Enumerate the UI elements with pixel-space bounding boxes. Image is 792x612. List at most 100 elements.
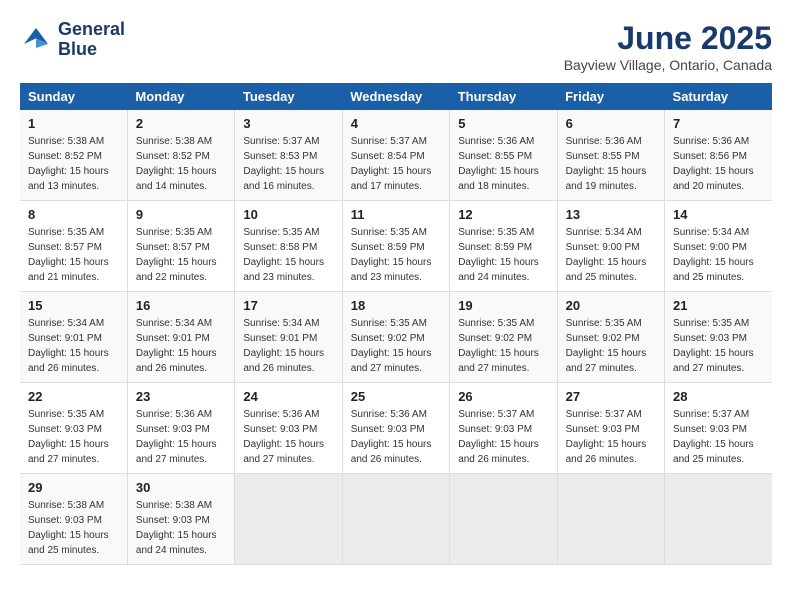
day-number: 6: [566, 116, 656, 131]
day-info: Sunrise: 5:35 AM Sunset: 8:58 PM Dayligh…: [243, 225, 333, 285]
calendar-cell: 10 Sunrise: 5:35 AM Sunset: 8:58 PM Dayli…: [235, 201, 342, 292]
day-number: 8: [28, 207, 119, 222]
calendar-cell: 30Sunrise: 5:38 AM Sunset: 9:03 PM Dayli…: [127, 474, 234, 565]
day-number: 2: [136, 116, 226, 131]
calendar-cell: 11 Sunrise: 5:35 AM Sunset: 8:59 PM Dayli…: [342, 201, 449, 292]
day-number: 17: [243, 298, 333, 313]
week-row: 29 Sunrise: 5:38 AM Sunset: 9:03 PM Dayli…: [20, 474, 772, 565]
week-row: 22 Sunrise: 5:35 AM Sunset: 9:03 PM Dayli…: [20, 383, 772, 474]
day-info: Sunrise: 5:36 AM Sunset: 9:03 PM Dayligh…: [243, 407, 333, 467]
logo-icon: [20, 24, 52, 56]
day-number: 10: [243, 207, 333, 222]
day-info: Sunrise: 5:38 AM Sunset: 9:03 PM Dayligh…: [28, 498, 119, 558]
day-info: Sunrise: 5:36 AM Sunset: 8:55 PM Dayligh…: [458, 134, 548, 194]
day-number: 1: [28, 116, 119, 131]
day-number: 7: [673, 116, 764, 131]
week-row: 8 Sunrise: 5:35 AM Sunset: 8:57 PM Daylig…: [20, 201, 772, 292]
day-info: Sunrise: 5:35 AM Sunset: 9:03 PM Dayligh…: [28, 407, 119, 467]
calendar-cell: 27 Sunrise: 5:37 AM Sunset: 9:03 PM Dayli…: [557, 383, 664, 474]
calendar-table: Sunday Monday Tuesday Wednesday Thursday…: [20, 83, 772, 565]
day-info: Sunrise: 5:35 AM Sunset: 8:59 PM Dayligh…: [458, 225, 548, 285]
calendar-cell: 29 Sunrise: 5:38 AM Sunset: 9:03 PM Dayli…: [20, 474, 127, 565]
calendar-cell: 1Sunrise: 5:38 AM Sunset: 8:52 PM Daylig…: [20, 110, 127, 201]
day-info: Sunrise: 5:36 AM Sunset: 8:55 PM Dayligh…: [566, 134, 656, 194]
calendar-header: Sunday Monday Tuesday Wednesday Thursday…: [20, 83, 772, 110]
calendar-cell: [665, 474, 772, 565]
calendar-cell: 25Sunrise: 5:36 AM Sunset: 9:03 PM Dayli…: [342, 383, 449, 474]
calendar-cell: 12 Sunrise: 5:35 AM Sunset: 8:59 PM Dayli…: [450, 201, 557, 292]
calendar-cell: 3Sunrise: 5:37 AM Sunset: 8:53 PM Daylig…: [235, 110, 342, 201]
calendar-cell: 19Sunrise: 5:35 AM Sunset: 9:02 PM Dayli…: [450, 292, 557, 383]
calendar-cell: 15 Sunrise: 5:34 AM Sunset: 9:01 PM Dayli…: [20, 292, 127, 383]
day-info: Sunrise: 5:36 AM Sunset: 9:03 PM Dayligh…: [136, 407, 226, 467]
day-info: Sunrise: 5:35 AM Sunset: 9:02 PM Dayligh…: [351, 316, 441, 376]
calendar-cell: 28Sunrise: 5:37 AM Sunset: 9:03 PM Dayli…: [665, 383, 772, 474]
calendar-cell: [450, 474, 557, 565]
calendar-cell: 4Sunrise: 5:37 AM Sunset: 8:54 PM Daylig…: [342, 110, 449, 201]
day-number: 25: [351, 389, 441, 404]
header-tuesday: Tuesday: [235, 83, 342, 110]
title-area: June 2025 Bayview Village, Ontario, Cana…: [564, 20, 772, 73]
calendar-cell: 14Sunrise: 5:34 AM Sunset: 9:00 PM Dayli…: [665, 201, 772, 292]
day-info: Sunrise: 5:35 AM Sunset: 8:59 PM Dayligh…: [351, 225, 441, 285]
day-number: 14: [673, 207, 764, 222]
calendar-cell: 2 Sunrise: 5:38 AM Sunset: 8:52 PM Daylig…: [127, 110, 234, 201]
day-info: Sunrise: 5:38 AM Sunset: 8:52 PM Dayligh…: [136, 134, 226, 194]
calendar-cell: 23 Sunrise: 5:36 AM Sunset: 9:03 PM Dayli…: [127, 383, 234, 474]
day-number: 24: [243, 389, 333, 404]
day-info: Sunrise: 5:34 AM Sunset: 9:00 PM Dayligh…: [566, 225, 656, 285]
header-wednesday: Wednesday: [342, 83, 449, 110]
day-info: Sunrise: 5:37 AM Sunset: 9:03 PM Dayligh…: [673, 407, 764, 467]
calendar-cell: [235, 474, 342, 565]
day-info: Sunrise: 5:36 AM Sunset: 8:56 PM Dayligh…: [673, 134, 764, 194]
calendar-cell: [557, 474, 664, 565]
calendar-cell: 21Sunrise: 5:35 AM Sunset: 9:03 PM Dayli…: [665, 292, 772, 383]
day-info: Sunrise: 5:37 AM Sunset: 9:03 PM Dayligh…: [566, 407, 656, 467]
day-info: Sunrise: 5:34 AM Sunset: 9:01 PM Dayligh…: [136, 316, 226, 376]
day-info: Sunrise: 5:37 AM Sunset: 8:54 PM Dayligh…: [351, 134, 441, 194]
calendar-cell: 18 Sunrise: 5:35 AM Sunset: 9:02 PM Dayli…: [342, 292, 449, 383]
header-row: Sunday Monday Tuesday Wednesday Thursday…: [20, 83, 772, 110]
day-number: 21: [673, 298, 764, 313]
day-info: Sunrise: 5:34 AM Sunset: 9:01 PM Dayligh…: [243, 316, 333, 376]
day-info: Sunrise: 5:35 AM Sunset: 8:57 PM Dayligh…: [28, 225, 119, 285]
calendar-cell: 6 Sunrise: 5:36 AM Sunset: 8:55 PM Daylig…: [557, 110, 664, 201]
calendar-cell: 7 Sunrise: 5:36 AM Sunset: 8:56 PM Daylig…: [665, 110, 772, 201]
day-number: 16: [136, 298, 226, 313]
day-number: 22: [28, 389, 119, 404]
day-number: 20: [566, 298, 656, 313]
calendar-body: 1 Sunrise: 5:38 AM Sunset: 8:52 PM Daylig…: [20, 110, 772, 565]
logo: General Blue: [20, 20, 125, 60]
day-number: 15: [28, 298, 119, 313]
day-info: Sunrise: 5:35 AM Sunset: 8:57 PM Dayligh…: [136, 225, 226, 285]
week-row: 15 Sunrise: 5:34 AM Sunset: 9:01 PM Dayli…: [20, 292, 772, 383]
logo-text: General Blue: [58, 20, 125, 60]
day-info: Sunrise: 5:34 AM Sunset: 9:01 PM Dayligh…: [28, 316, 119, 376]
calendar-cell: 17 Sunrise: 5:34 AM Sunset: 9:01 PM Dayli…: [235, 292, 342, 383]
day-number: 23: [136, 389, 226, 404]
calendar-subtitle: Bayview Village, Ontario, Canada: [564, 57, 772, 73]
day-number: 3: [243, 116, 333, 131]
calendar-cell: 9 Sunrise: 5:35 AM Sunset: 8:57 PM Daylig…: [127, 201, 234, 292]
day-number: 9: [136, 207, 226, 222]
calendar-cell: 5 Sunrise: 5:36 AM Sunset: 8:55 PM Daylig…: [450, 110, 557, 201]
day-number: 5: [458, 116, 548, 131]
header-saturday: Saturday: [665, 83, 772, 110]
calendar-title: June 2025: [564, 20, 772, 57]
day-number: 12: [458, 207, 548, 222]
day-info: Sunrise: 5:35 AM Sunset: 9:02 PM Dayligh…: [458, 316, 548, 376]
day-number: 26: [458, 389, 548, 404]
day-number: 11: [351, 207, 441, 222]
day-info: Sunrise: 5:38 AM Sunset: 9:03 PM Dayligh…: [136, 498, 226, 558]
day-info: Sunrise: 5:37 AM Sunset: 9:03 PM Dayligh…: [458, 407, 548, 467]
header-friday: Friday: [557, 83, 664, 110]
calendar-cell: 22 Sunrise: 5:35 AM Sunset: 9:03 PM Dayli…: [20, 383, 127, 474]
calendar-cell: 13 Sunrise: 5:34 AM Sunset: 9:00 PM Dayli…: [557, 201, 664, 292]
header-sunday: Sunday: [20, 83, 127, 110]
header: General Blue June 2025 Bayview Village, …: [20, 20, 772, 73]
day-number: 29: [28, 480, 119, 495]
calendar-cell: 26 Sunrise: 5:37 AM Sunset: 9:03 PM Dayli…: [450, 383, 557, 474]
day-number: 13: [566, 207, 656, 222]
day-number: 18: [351, 298, 441, 313]
day-number: 27: [566, 389, 656, 404]
